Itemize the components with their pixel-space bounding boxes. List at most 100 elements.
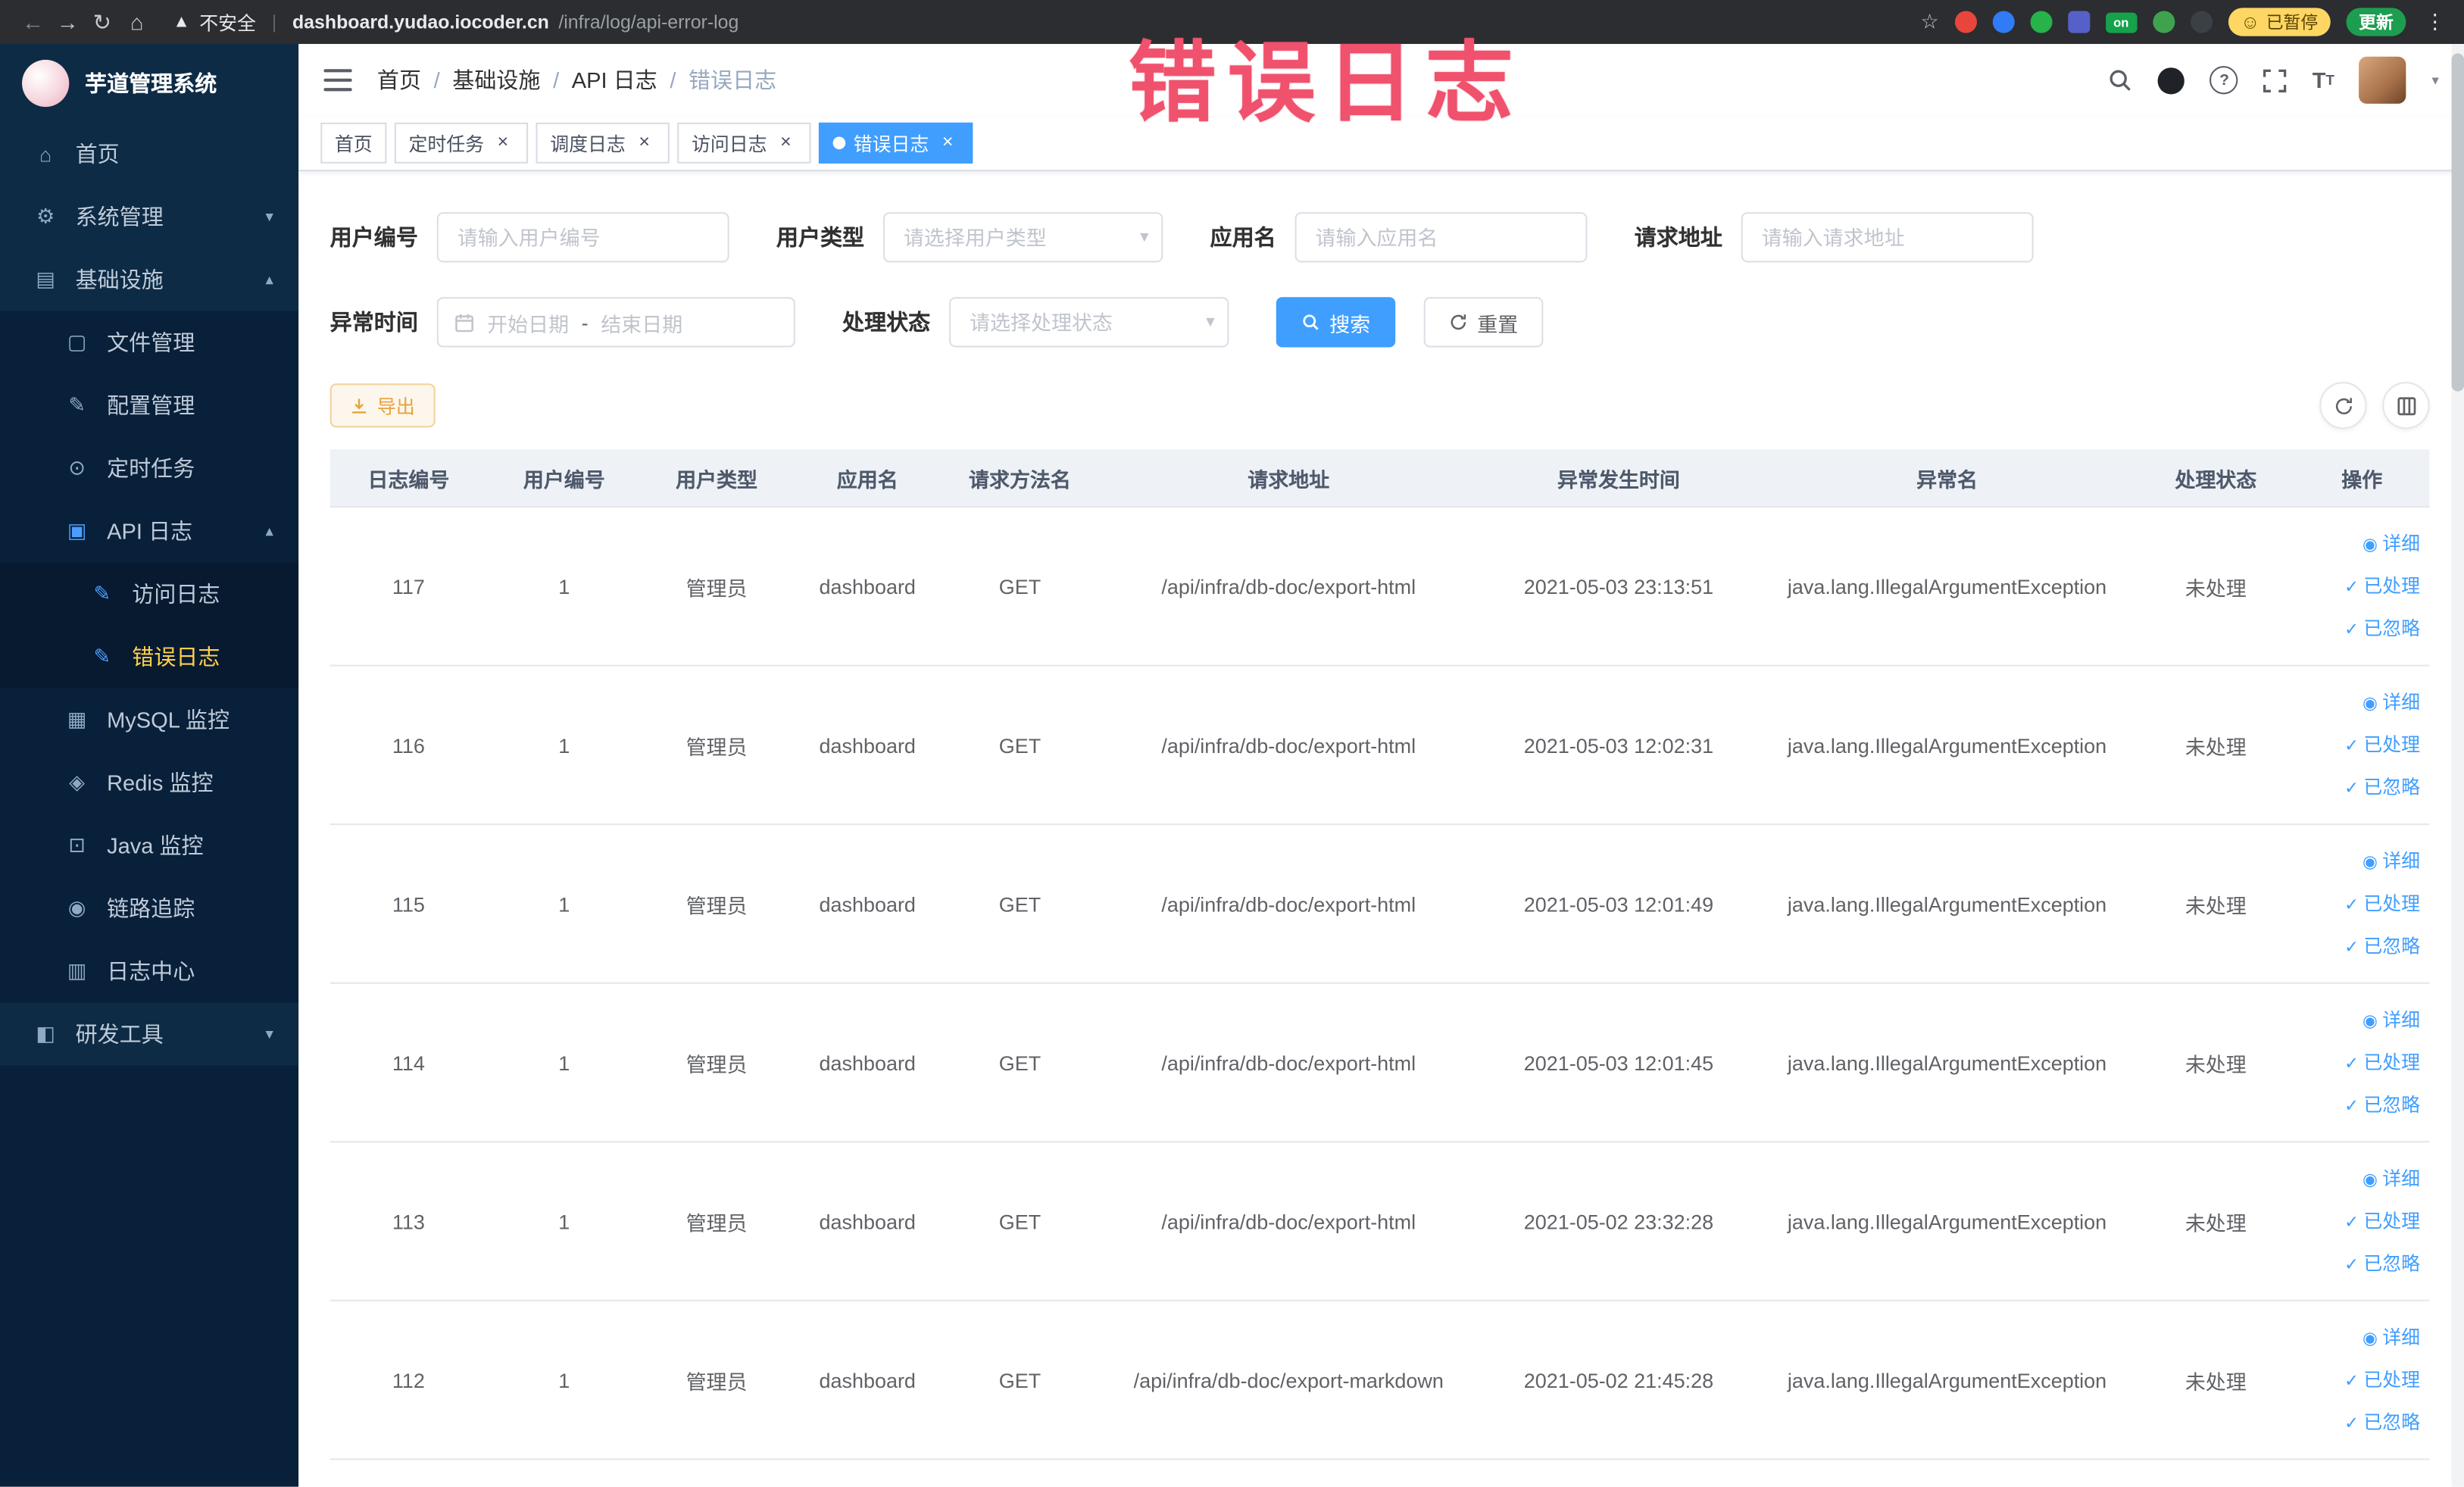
reload-icon[interactable]: ↻ <box>85 8 120 35</box>
column-header: 操作 <box>2341 467 2383 492</box>
sidebar-item[interactable]: ✎ 错误日志 <box>0 625 299 689</box>
user-id-input[interactable] <box>436 212 729 263</box>
user-type-select[interactable] <box>882 212 1163 263</box>
ignored-link[interactable]: ✓ 已忽略 <box>2294 925 2420 967</box>
sidebar-item[interactable]: ⊙ 定时任务 <box>0 436 299 500</box>
extension-tree-icon[interactable] <box>2152 11 2175 33</box>
detail-link[interactable]: ◉ 详细 <box>2294 681 2420 723</box>
sidebar-item-label: 链路追踪 <box>107 895 195 921</box>
sidebar-item[interactable]: ◉ 链路追踪 <box>0 876 299 940</box>
sidebar-item[interactable]: ▦ MySQL 监控 <box>0 688 299 751</box>
extension-blue-icon[interactable] <box>1992 11 2015 33</box>
paused-badge[interactable]: ☺ 已暂停 <box>2228 8 2331 36</box>
tab[interactable]: 访问日志 × <box>677 122 811 164</box>
home-icon: ⌂ <box>39 142 52 166</box>
extension-green-icon[interactable] <box>2029 11 2053 33</box>
help-icon[interactable]: ? <box>2209 66 2239 95</box>
sidebar-item[interactable]: ⊡ Java 监控 <box>0 814 299 877</box>
sidebar-item[interactable]: ▥ 日志中心 <box>0 939 299 1003</box>
processed-link[interactable]: ✓ 已处理 <box>2294 883 2420 925</box>
doc-icon: ✎ <box>93 644 111 668</box>
ignored-link[interactable]: ✓ 已忽略 <box>2294 1084 2420 1126</box>
column-settings-button[interactable] <box>2382 382 2430 430</box>
ignored-link[interactable]: ✓ 已忽略 <box>2294 1401 2420 1444</box>
tab[interactable]: 错误日志 × <box>819 122 973 164</box>
forward-icon[interactable]: → <box>50 9 85 34</box>
fullscreen-icon[interactable] <box>2263 68 2288 92</box>
extension-paw-icon[interactable] <box>2190 11 2213 33</box>
refresh-button[interactable] <box>2319 382 2367 430</box>
hamburger-icon[interactable] <box>323 69 352 92</box>
close-icon[interactable]: × <box>775 131 797 154</box>
scrollbar-thumb[interactable] <box>2451 53 2464 392</box>
date-range-picker[interactable]: 开始日期 - 结束日期 <box>436 297 795 348</box>
reset-button[interactable]: 重置 <box>1423 297 1544 348</box>
processed-link[interactable]: ✓ 已处理 <box>2294 723 2420 766</box>
font-size-icon[interactable]: TT <box>2313 67 2334 92</box>
search-icon[interactable] <box>2108 67 2133 92</box>
cell-log-id: 115 <box>392 892 425 916</box>
tab[interactable]: 首页 <box>320 122 387 164</box>
ignored-link[interactable]: ✓ 已忽略 <box>2294 766 2420 808</box>
request-url-input[interactable] <box>1741 212 2034 263</box>
sidebar-item[interactable]: ▣ API 日志 ▴ <box>0 499 299 563</box>
detail-link[interactable]: ◉ 详细 <box>2294 1317 2420 1359</box>
search-button[interactable]: 搜索 <box>1276 297 1396 348</box>
bookmark-star-icon[interactable]: ☆ <box>1920 9 1938 34</box>
processed-link[interactable]: ✓ 已处理 <box>2294 1200 2420 1242</box>
extension-red-icon[interactable] <box>1954 11 1977 33</box>
window-scrollbar[interactable] <box>2451 44 2464 1487</box>
processed-link[interactable]: ✓ 已处理 <box>2294 565 2420 608</box>
ignored-link[interactable]: ✓ 已忽略 <box>2294 608 2420 650</box>
processed-link[interactable]: ✓ 已处理 <box>2294 1041 2420 1083</box>
sidebar-item[interactable]: ▢ 文件管理 <box>0 311 299 374</box>
detail-link[interactable]: ◉ 详细 <box>2294 840 2420 883</box>
sidebar-item[interactable]: ⌂ 首页 <box>0 122 299 186</box>
paused-badge-label: 已暂停 <box>2266 14 2319 33</box>
process-status-select[interactable] <box>949 297 1229 348</box>
eye-icon: ◉ <box>2363 852 2378 872</box>
update-button[interactable]: 更新 <box>2346 8 2406 36</box>
table-header-row: 日志编号 用户编号 用户类型 应用名 请求方法名 请求地址 异常发生时间 异常名 处理状态 操作 <box>329 449 2430 508</box>
trace-icon: ◉ <box>67 895 86 920</box>
breadcrumb-item[interactable]: 基础设施 <box>452 64 540 95</box>
ignored-link[interactable]: ✓ 已忽略 <box>2294 1242 2420 1285</box>
breadcrumb-item[interactable]: API 日志 <box>572 64 657 95</box>
chrome-menu-icon[interactable]: ⋮ <box>2422 9 2448 34</box>
detail-link[interactable]: ◉ 详细 <box>2294 998 2420 1041</box>
github-icon[interactable] <box>2158 67 2185 94</box>
sidebar-item[interactable]: ▤ 基础设施 ▴ <box>0 248 299 311</box>
sidebar-item[interactable]: ✎ 配置管理 <box>0 373 299 437</box>
tab[interactable]: 定时任务 × <box>394 122 529 164</box>
export-button[interactable]: 导出 <box>329 383 436 428</box>
cell-method: GET <box>998 574 1042 598</box>
sidebar-item[interactable]: ✎ 访问日志 <box>0 562 299 626</box>
address-bar[interactable]: ▲ 不安全 | dashboard.yudao.iocoder.cn/infra… <box>173 8 1901 35</box>
chevron-down-icon[interactable]: ▾ <box>2432 71 2439 89</box>
process-status-label: 处理状态 <box>842 309 931 335</box>
app-name-label: 应用名 <box>1210 224 1276 250</box>
sidebar-item[interactable]: ◧ 研发工具 ▾ <box>0 1002 299 1066</box>
sidebar-logo[interactable]: 芋道管理系统 <box>0 44 299 123</box>
sidebar-item[interactable]: ◈ Redis 监控 <box>0 751 299 814</box>
devtools-icon: ◧ <box>36 1021 55 1045</box>
cell-status: 未处理 <box>2184 1052 2247 1076</box>
breadcrumb-item[interactable]: 首页 <box>377 64 421 95</box>
column-header: 应用名 <box>836 467 898 492</box>
user-avatar[interactable] <box>2359 56 2407 104</box>
back-icon[interactable]: ← <box>16 9 51 34</box>
app-name-input[interactable] <box>1294 212 1588 263</box>
detail-link[interactable]: ◉ 详细 <box>2294 1157 2420 1200</box>
detail-link[interactable]: ◉ 详细 <box>2294 523 2420 565</box>
close-icon[interactable]: × <box>492 131 514 154</box>
tab-label: 访问日志 <box>691 133 767 155</box>
tab[interactable]: 调度日志 × <box>536 122 670 164</box>
close-icon[interactable]: × <box>937 131 959 154</box>
processed-link[interactable]: ✓ 已处理 <box>2294 1359 2420 1401</box>
home-icon[interactable]: ⌂ <box>120 9 155 34</box>
close-icon[interactable]: × <box>633 131 655 154</box>
sidebar-item[interactable]: ⚙ 系统管理 ▾ <box>0 185 299 248</box>
extension-on-badge[interactable]: on <box>2105 11 2138 33</box>
main-panel: 首页 / 基础设施 / API 日志 / 错误日志 ? T T ▾ 首页 定时任… <box>298 44 2464 1487</box>
extension-grid-icon[interactable] <box>2067 11 2090 33</box>
